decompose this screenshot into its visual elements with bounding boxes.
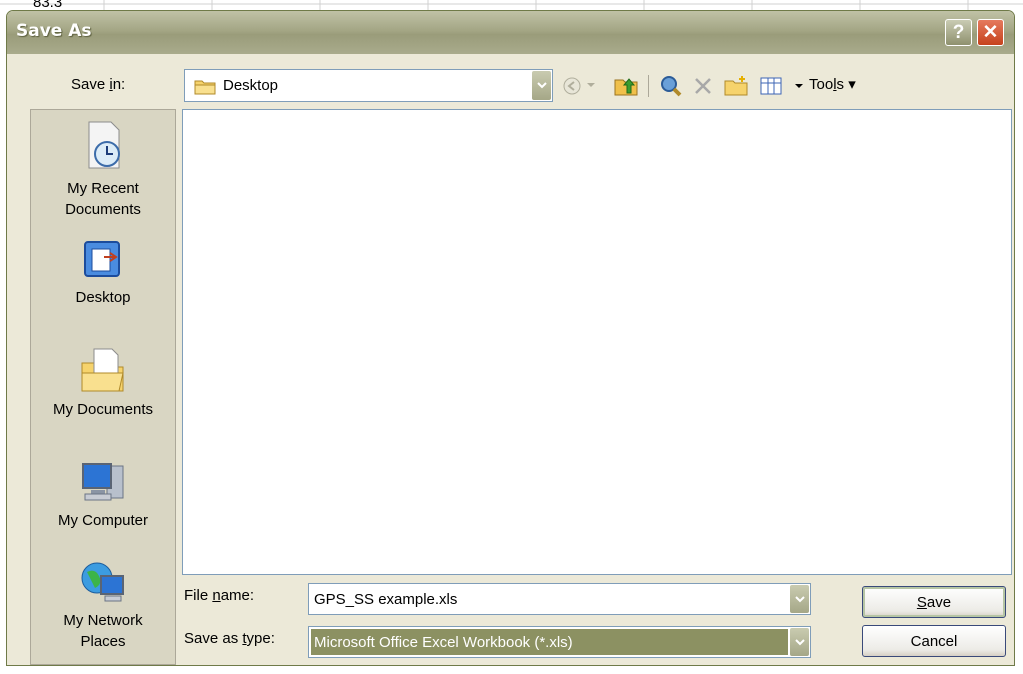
save-as-type-value: Microsoft Office Excel Workbook (*.xls) — [314, 634, 573, 651]
chevron-down-icon — [794, 595, 805, 602]
close-button[interactable]: ✕ — [977, 19, 1004, 46]
place-desktop[interactable]: Desktop — [31, 237, 175, 308]
file-name-value: GPS_SS example.xls — [314, 591, 458, 608]
place-my-network-places[interactable]: My Network Places — [31, 558, 175, 652]
views-icon[interactable] — [759, 75, 783, 97]
save-in-value: Desktop — [223, 77, 279, 94]
close-icon: ✕ — [982, 22, 999, 43]
tools-dropdown-icon: ▾ — [848, 76, 856, 93]
file-name-label: File name: — [184, 587, 255, 604]
tools-menu[interactable]: Tools ▾ — [809, 75, 856, 93]
file-name-dropdown-arrow[interactable] — [790, 585, 809, 613]
desktop-icon — [84, 241, 120, 277]
save-as-type-label: Save as type: — [184, 630, 275, 647]
chevron-down-icon — [536, 82, 547, 89]
file-name-field[interactable]: GPS_SS example.xls — [308, 583, 811, 615]
cancel-button[interactable]: Cancel — [862, 625, 1006, 657]
save-as-dialog: Save As ? ✕ Save in: Desktop Tools ▾ My … — [6, 10, 1015, 666]
new-folder-icon[interactable] — [723, 74, 749, 98]
save-as-type-dropdown[interactable]: Microsoft Office Excel Workbook (*.xls) — [308, 626, 811, 658]
up-one-level-icon[interactable] — [613, 74, 639, 98]
network-places-icon — [81, 562, 124, 602]
toolbar-separator — [648, 75, 649, 97]
title-bar[interactable]: Save As ? ✕ — [7, 11, 1014, 54]
save-as-type-dropdown-arrow[interactable] — [790, 628, 809, 656]
places-bar: My Recent Documents Desktop My Documents — [30, 109, 176, 665]
place-my-documents[interactable]: My Documents — [31, 345, 175, 420]
file-list-view[interactable] — [182, 109, 1012, 575]
place-recent-documents[interactable]: My Recent Documents — [31, 118, 175, 220]
dialog-title: Save As — [16, 21, 92, 41]
help-icon: ? — [952, 21, 965, 43]
save-in-dropdown-arrow[interactable] — [532, 71, 551, 100]
save-in-label: Save in: — [71, 76, 126, 93]
save-button[interactable]: Save — [862, 586, 1006, 618]
my-computer-icon — [82, 463, 124, 501]
search-web-icon[interactable] — [659, 74, 683, 98]
delete-icon[interactable] — [693, 76, 713, 96]
back-dropdown-icon[interactable] — [587, 83, 595, 89]
help-button[interactable]: ? — [945, 19, 972, 46]
save-in-dropdown[interactable]: Desktop — [184, 69, 553, 102]
my-documents-icon — [81, 348, 124, 392]
recent-documents-icon — [88, 121, 120, 169]
place-my-computer[interactable]: My Computer — [31, 458, 175, 531]
back-icon[interactable] — [561, 75, 583, 97]
folder-icon — [194, 80, 216, 95]
chevron-down-icon — [794, 638, 805, 645]
views-dropdown-icon[interactable] — [795, 84, 803, 90]
